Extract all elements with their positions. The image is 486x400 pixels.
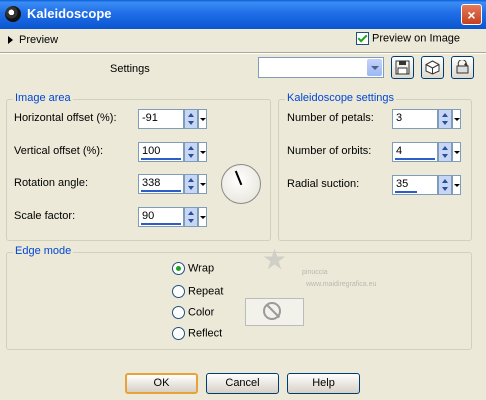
save-icon <box>395 60 410 75</box>
spin-arrows-icon[interactable] <box>184 207 198 227</box>
edge-mode-color-radio[interactable]: Color <box>172 306 214 319</box>
spin-menu-icon[interactable] <box>198 207 207 227</box>
radial-suction-input[interactable]: 35 <box>392 175 438 195</box>
horizontal-offset-spinner[interactable]: -91 <box>138 109 208 129</box>
edge-mode-wrap-radio[interactable]: Wrap <box>172 262 214 275</box>
spin-arrows-icon[interactable] <box>184 142 198 162</box>
checkbox-checked-icon[interactable] <box>356 32 369 45</box>
rotation-angle-value: 338 <box>142 177 161 189</box>
number-of-petals-value: 3 <box>396 112 403 124</box>
ok-button[interactable]: OK <box>125 373 198 394</box>
number-of-petals-spinner[interactable]: 3 <box>392 109 462 129</box>
vertical-offset-label: Vertical offset (%): <box>14 145 104 157</box>
number-of-orbits-label: Number of orbits: <box>287 145 372 157</box>
spin-menu-icon[interactable] <box>452 142 461 162</box>
close-button[interactable]: × <box>461 4 482 25</box>
number-of-orbits-input[interactable]: 4 <box>392 142 438 162</box>
vertical-offset-value: 100 <box>142 145 161 157</box>
edge-mode-group: Edge mode <box>6 245 472 350</box>
edge-mode-reflect-radio[interactable]: Reflect <box>172 327 222 340</box>
number-of-petals-label: Number of petals: <box>287 112 374 124</box>
radio-label: Wrap <box>188 262 215 275</box>
radio-icon[interactable] <box>172 285 185 298</box>
number-of-petals-input[interactable]: 3 <box>392 109 438 129</box>
kaleidoscope-settings-legend: Kaleidoscope settings <box>285 92 397 104</box>
spin-menu-icon[interactable] <box>198 174 207 194</box>
rotation-angle-input[interactable]: 338 <box>138 174 184 194</box>
radial-suction-value: 35 <box>396 178 409 190</box>
slider-fill <box>141 158 181 160</box>
settings-dropdown[interactable] <box>258 57 384 78</box>
radial-suction-label: Radial suction: <box>287 178 360 190</box>
close-icon: × <box>467 7 476 23</box>
reset-icon <box>456 59 469 74</box>
spin-menu-icon[interactable] <box>452 109 461 129</box>
spin-menu-icon[interactable] <box>198 109 207 129</box>
scale-factor-value: 90 <box>142 210 155 222</box>
randomize-button[interactable] <box>421 56 444 79</box>
number-of-orbits-value: 4 <box>396 145 403 157</box>
radio-label: Reflect <box>188 327 223 340</box>
no-color-icon <box>263 302 281 320</box>
vertical-offset-spinner[interactable]: 100 <box>138 142 208 162</box>
radio-label: Color <box>188 306 215 319</box>
watermark-line1: pinuccia <box>302 269 328 276</box>
preview-on-image-label: Preview on Image <box>372 32 461 45</box>
expand-arrow-icon <box>8 36 13 45</box>
number-of-orbits-spinner[interactable]: 4 <box>392 142 462 162</box>
edge-mode-legend: Edge mode <box>13 245 74 257</box>
rotation-dial[interactable] <box>221 164 261 204</box>
cancel-button[interactable]: Cancel <box>206 373 279 394</box>
title-bar: Kaleidoscope × <box>0 0 486 29</box>
help-button[interactable]: Help <box>287 373 360 394</box>
rotation-angle-label: Rotation angle: <box>14 177 88 189</box>
random-cube-icon <box>425 60 440 75</box>
save-settings-button[interactable] <box>391 56 414 79</box>
radio-label: Repeat <box>188 285 224 298</box>
spin-arrows-icon[interactable] <box>438 175 452 195</box>
reset-button[interactable] <box>451 56 474 79</box>
edge-mode-repeat-radio[interactable]: Repeat <box>172 285 223 298</box>
vertical-offset-input[interactable]: 100 <box>138 142 184 162</box>
separator <box>0 52 486 54</box>
horizontal-offset-label: Horizontal offset (%): <box>14 112 117 124</box>
preview-toggle[interactable]: Preview <box>8 34 58 46</box>
edge-color-swatch[interactable] <box>245 298 304 326</box>
spin-arrows-icon[interactable] <box>438 142 452 162</box>
spin-arrows-icon[interactable] <box>184 174 198 194</box>
scale-factor-spinner[interactable]: 90 <box>138 207 208 227</box>
window-title: Kaleidoscope <box>27 6 112 21</box>
radial-suction-spinner[interactable]: 35 <box>392 175 462 195</box>
chevron-down-icon[interactable] <box>367 59 382 76</box>
spin-menu-icon[interactable] <box>198 142 207 162</box>
rotation-angle-spinner[interactable]: 338 <box>138 174 208 194</box>
preview-label: Preview <box>19 34 59 46</box>
preview-on-image-checkbox[interactable]: Preview on Image <box>356 32 460 45</box>
radio-icon[interactable] <box>172 327 185 340</box>
dial-needle-icon <box>234 170 243 186</box>
spin-arrows-icon[interactable] <box>184 109 198 129</box>
star-logo-icon: ★ <box>262 244 288 275</box>
settings-label: Settings <box>110 63 150 75</box>
radio-selected-icon[interactable] <box>172 262 185 275</box>
image-area-legend: Image area <box>13 92 73 104</box>
scale-factor-label: Scale factor: <box>14 210 76 222</box>
spin-arrows-icon[interactable] <box>438 109 452 129</box>
slider-fill <box>395 158 435 160</box>
watermark-line2: www.maidiregrafica.eu <box>306 281 377 288</box>
horizontal-offset-value: -91 <box>142 112 158 124</box>
slider-fill <box>141 223 181 225</box>
app-icon <box>5 6 21 22</box>
scale-factor-input[interactable]: 90 <box>138 207 184 227</box>
slider-fill <box>395 191 417 193</box>
spin-menu-icon[interactable] <box>452 175 461 195</box>
horizontal-offset-input[interactable]: -91 <box>138 109 184 129</box>
radio-icon[interactable] <box>172 306 185 319</box>
slider-fill <box>141 190 181 192</box>
